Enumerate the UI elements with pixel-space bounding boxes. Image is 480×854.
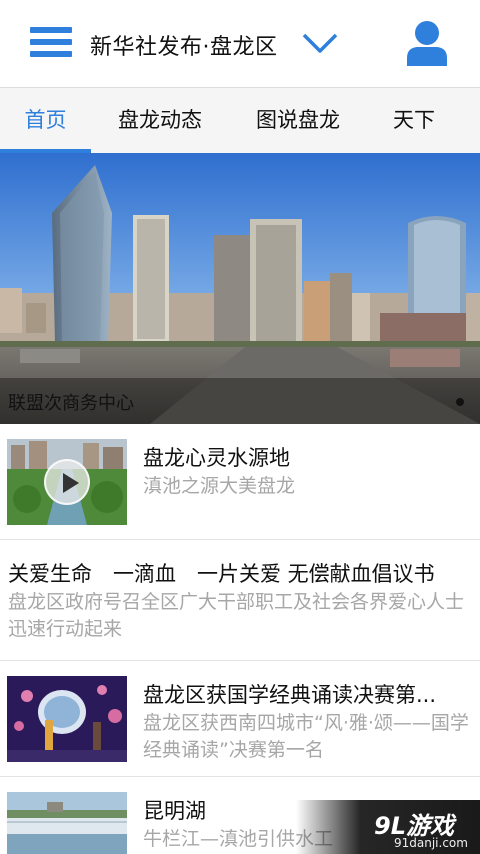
news-item[interactable]: 盘龙区获国学经典诵读决赛第... 盘龙区获西南四城市“风·雅·颂——国学经典诵读…	[0, 661, 480, 777]
news-item[interactable]: 盘龙心灵水源地 滇池之源大美盘龙	[0, 424, 480, 540]
tab-panlong-news[interactable]: 盘龙动态	[98, 88, 222, 153]
news-title: 盘龙心灵水源地	[143, 446, 290, 470]
news-title: 关爱生命 一滴血 一片关爱 无偿献血倡议书	[8, 562, 435, 586]
tab-world[interactable]: 天下	[374, 88, 454, 153]
news-item[interactable]: 关爱生命 一滴血 一片关爱 无偿献血倡议书 盘龙区政府号召全区广大干部职工及社会…	[0, 540, 480, 661]
tab-home[interactable]: 首页	[0, 88, 91, 153]
news-thumbnail	[7, 676, 127, 762]
channel-title[interactable]: 新华社发布·盘龙区	[90, 29, 278, 61]
user-icon[interactable]	[406, 20, 448, 66]
banner-caption-bar: 联盟次商务中心	[0, 378, 480, 424]
news-summary: 盘龙区获西南四城市“风·雅·颂——国学经典诵读”决赛第一名	[143, 712, 469, 761]
banner-caption: 联盟次商务中心	[8, 393, 134, 414]
news-summary: 滇池之源大美盘龙	[143, 475, 296, 497]
chevron-down-icon[interactable]	[302, 32, 338, 54]
tab-panlong-photos[interactable]: 图说盘龙	[236, 88, 360, 153]
hamburger-menu-icon[interactable]	[30, 27, 72, 57]
news-summary: 盘龙区政府号召全区广大干部职工及社会各界爱心人士迅速行动起来	[8, 591, 465, 640]
news-thumbnail	[7, 439, 127, 525]
play-icon[interactable]	[44, 459, 90, 505]
news-thumbnail	[7, 792, 127, 854]
news-title: 盘龙区获国学经典诵读决赛第...	[143, 683, 437, 707]
carousel-indicator-dot[interactable]	[456, 398, 464, 406]
banner-carousel[interactable]: 联盟次商务中心	[0, 153, 480, 424]
watermark-url: 91danji.com	[394, 836, 468, 850]
category-tabs: 首页 盘龙动态 图说盘龙 天下	[0, 88, 480, 153]
watermark-logo: 9L游戏 91danji.com	[296, 800, 480, 854]
app-header: 新华社发布·盘龙区	[0, 0, 480, 88]
